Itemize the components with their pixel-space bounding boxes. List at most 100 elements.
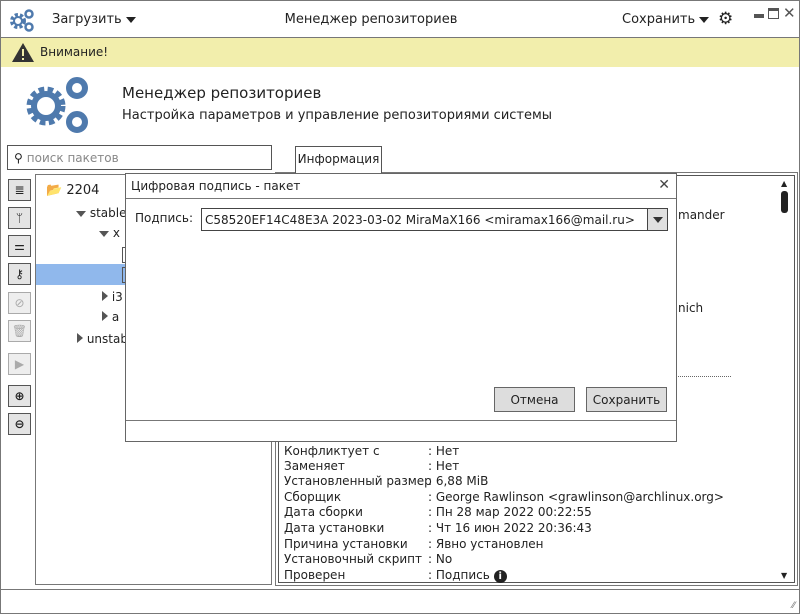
collapse-icon (77, 333, 83, 343)
cancel-button[interactable]: Отмена (494, 387, 575, 412)
chevron-down-icon (652, 216, 663, 223)
signature-value: C58520EF14C48E3A 2023-03-02 MiraMaX166 <… (205, 212, 635, 227)
tree-label: x (112, 226, 120, 240)
scroll-down-icon[interactable]: ▼ (781, 571, 787, 580)
info-value: : Чт 16 июн 2022 20:36:43 (428, 521, 592, 535)
info-value: : Нет (428, 459, 460, 473)
collapse-icon (102, 311, 108, 321)
add-button[interactable]: ⊕ (8, 385, 31, 407)
maximize-icon[interactable] (768, 8, 779, 19)
save-menu-label: Сохранить (622, 12, 696, 27)
separator (678, 376, 731, 377)
scroll-thumb[interactable] (781, 191, 788, 213)
info-value: : 6,88 MiB (428, 474, 489, 488)
header-title: Менеджер репозиториев (122, 84, 322, 102)
chevron-down-icon (699, 17, 710, 23)
info-row: Проверен: Подпись i (284, 567, 507, 583)
add-icon: ⊕ (14, 389, 25, 403)
info-row: Конфликтует с : Нет (284, 443, 459, 459)
signature-dialog: Цифровая подпись - пакет ✕ Подпись: C585… (125, 173, 677, 442)
play-button[interactable]: ▶ (8, 353, 31, 375)
info-row: Установочный скрипт : No (284, 551, 452, 567)
dialog-title: Цифровая подпись - пакет (131, 179, 301, 193)
info-partial-text: nich (678, 301, 704, 315)
search-icon: ⚲ (14, 150, 23, 165)
status-bar: ⁄⁄ (1, 589, 799, 614)
tree-item-i3[interactable]: i3 (102, 290, 123, 304)
tree-item-root[interactable]: 📂 2204 (46, 183, 99, 198)
branch-icon: ᛘ (15, 211, 24, 225)
minimize-icon[interactable] (754, 14, 764, 18)
sliders-icon: ⚌ (14, 239, 25, 253)
gear-icon[interactable]: ⚙ (718, 9, 733, 29)
resize-grip-icon[interactable]: ⁄⁄ (792, 601, 795, 611)
tree-label: i3 (111, 290, 123, 304)
warning-text: Внимание! (40, 45, 109, 59)
signature-select[interactable]: C58520EF14C48E3A 2023-03-02 MiraMaX166 <… (201, 208, 668, 231)
info-label: Установочный скрипт (284, 552, 422, 566)
tree-item-a[interactable]: a (102, 310, 119, 324)
info-icon[interactable]: i (493, 570, 507, 583)
info-value: : George Rawlinson <grawlinson@archlinux… (428, 490, 724, 504)
app-window: Загрузить Менеджер репозиториев Сохранит… (0, 0, 800, 614)
signature-label: Подпись: (135, 211, 194, 225)
info-label: Установленный размер (284, 474, 432, 488)
tab-information[interactable]: Информация (295, 146, 382, 173)
info-row: Сборщик : George Rawlinson <grawlinson@ar… (284, 489, 724, 505)
remove-button[interactable]: ⊖ (8, 413, 31, 435)
tree-item-stable[interactable]: stable (76, 206, 126, 220)
info-label: Проверен (284, 568, 346, 582)
info-row: Дата сборки : Пн 28 мар 2022 00:22:55 (284, 504, 592, 520)
info-row: Установленный размер: 6,88 MiB (284, 473, 488, 489)
info-value: : Нет (428, 444, 460, 458)
save-menu[interactable]: Сохранить (622, 12, 710, 27)
remove-icon: ⊖ (14, 417, 25, 431)
search-placeholder: поиск пакетов (26, 150, 119, 165)
info-label: Сборщик (284, 490, 342, 504)
header-subtitle: Настройка параметров и управление репози… (122, 108, 553, 123)
scrollbar[interactable]: ▲ ▼ (779, 177, 791, 580)
branch-button[interactable]: ᛘ (8, 207, 31, 229)
search-input[interactable]: ⚲ поиск пакетов (7, 145, 272, 170)
info-label: Заменяет (284, 459, 345, 473)
expand-icon (99, 231, 109, 237)
info-label: Конфликтует с (284, 444, 380, 458)
warning-icon (12, 43, 34, 62)
info-label: Причина установки (284, 537, 408, 551)
close-icon[interactable]: ✕ (658, 177, 670, 193)
warning-bar: Внимание! (1, 38, 799, 67)
collapse-icon (102, 291, 108, 301)
info-partial-text: mander (678, 208, 725, 222)
tree-label: stable (89, 206, 127, 220)
tree-label: 2204 (66, 183, 100, 198)
play-icon: ▶ (14, 357, 25, 371)
gears-icon (26, 77, 88, 133)
disabled-icon: ⊘ (14, 296, 25, 310)
info-row: Причина установки : Явно установлен (284, 536, 543, 552)
database-icon: ≣ (14, 183, 25, 197)
trash-icon: 🗑 (11, 324, 28, 338)
dialog-title-bar: Цифровая подпись - пакет ✕ (126, 174, 676, 199)
info-value: : Явно установлен (428, 537, 544, 551)
close-icon[interactable]: ✕ (783, 4, 796, 22)
folder-open-icon: 📂 (46, 183, 63, 198)
disable-button[interactable]: ⊘ (8, 292, 31, 314)
save-button[interactable]: Сохранить (586, 387, 667, 412)
info-label: Дата сборки (284, 505, 363, 519)
dropdown-button[interactable] (647, 209, 667, 230)
info-row: Заменяет : Нет (284, 458, 459, 474)
dialog-footer (126, 420, 676, 421)
tree-item-x[interactable]: x (99, 226, 120, 240)
database-button[interactable]: ≣ (8, 179, 31, 201)
key-icon: ⚷ (15, 267, 24, 281)
key-button[interactable]: ⚷ (8, 263, 31, 285)
settings-button[interactable]: ⚌ (8, 235, 31, 257)
info-value: : No (428, 552, 453, 566)
scroll-up-icon[interactable]: ▲ (781, 179, 787, 188)
delete-button[interactable]: 🗑 (8, 320, 31, 342)
title-bar: Загрузить Менеджер репозиториев Сохранит… (1, 1, 799, 38)
info-value: : Пн 28 мар 2022 00:22:55 (428, 505, 592, 519)
tree-label: a (111, 310, 120, 324)
info-label: Дата установки (284, 521, 385, 535)
expand-icon (76, 211, 86, 217)
